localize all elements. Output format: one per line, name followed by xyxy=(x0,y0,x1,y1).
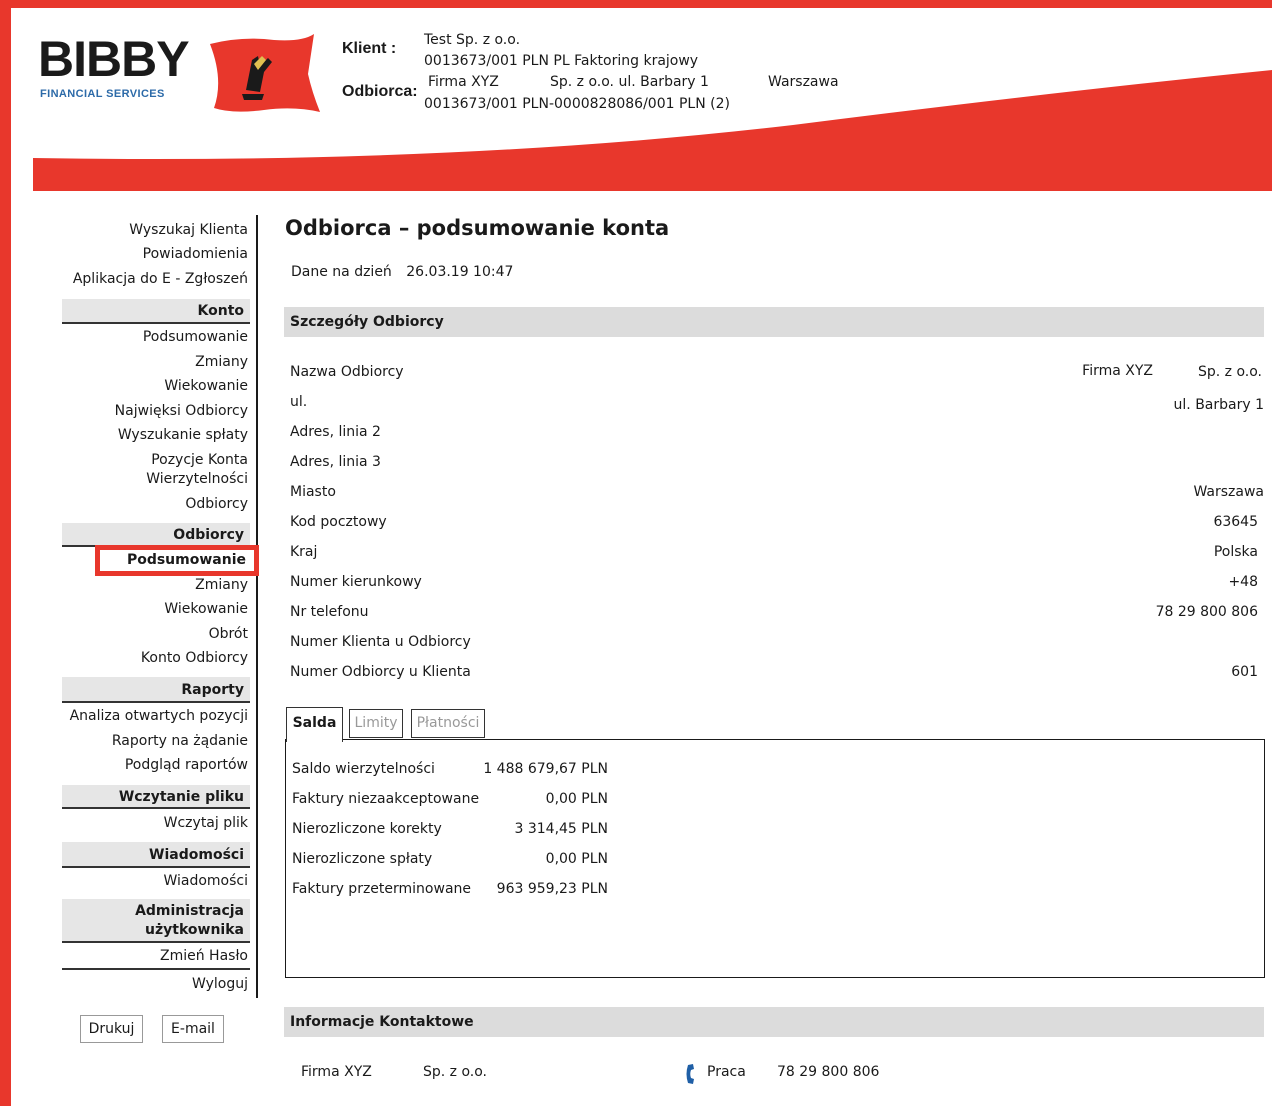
detail-value-telefon: 78 29 800 806 xyxy=(1155,604,1258,620)
frame-top-border xyxy=(0,0,1272,8)
debtor-name: Firma XYZ xyxy=(428,74,499,90)
balance-label-przeterminowane: Faktury przeterminowane xyxy=(292,881,472,897)
page-title: Odbiorca – podsumowanie konta xyxy=(285,216,670,240)
logo-wordmark: BIBBY xyxy=(38,31,190,87)
balance-value-niezaakceptowane: 0,00 PLN xyxy=(545,791,608,807)
bibby-flag-logo-icon xyxy=(210,34,320,112)
detail-label-kraj: Kraj xyxy=(290,544,318,560)
nav-analiza-otwartych-pozycji[interactable]: Analiza otwartych pozycji xyxy=(70,708,248,724)
sidebar-nav: Wyszukaj Klienta Powiadomienia Aplikacja… xyxy=(62,215,258,998)
detail-label-kierunkowy: Numer kierunkowy xyxy=(290,574,422,590)
client-name: Test Sp. z o.o. xyxy=(424,32,521,48)
balance-value-przeterminowane: 963 959,23 PLN xyxy=(496,881,608,897)
balance-label-korekty: Nierozliczone korekty xyxy=(292,821,442,837)
nav-odbiorcy-zmiany[interactable]: Zmiany xyxy=(195,577,248,593)
section-konto: Konto xyxy=(62,299,250,324)
client-account: 0013673/001 PLN PL Faktoring krajowy xyxy=(424,53,699,69)
date-label: Dane na dzień xyxy=(291,264,392,280)
detail-label-nazwa: Nazwa Odbiorcy xyxy=(290,364,404,380)
logo-tagline: FINANCIAL SERVICES xyxy=(40,88,165,100)
nav-wyszukaj-klienta[interactable]: Wyszukaj Klienta xyxy=(129,222,248,238)
phone-icon xyxy=(686,1064,694,1084)
nav-wyszukanie-splaty[interactable]: Wyszukanie spłaty xyxy=(118,427,248,443)
detail-value-ul: ul. Barbary 1 xyxy=(1173,397,1264,413)
detail-value-nazwa: Firma XYZ xyxy=(1082,363,1153,379)
nav-wiadomosci[interactable]: Wiadomości xyxy=(163,873,248,889)
nav-raporty-na-zadanie[interactable]: Raporty na żądanie xyxy=(112,733,248,749)
contact-company: Sp. z o.o. xyxy=(423,1064,488,1080)
date-value: 26.03.19 10:47 xyxy=(406,264,514,280)
detail-label-ul: ul. xyxy=(290,394,308,410)
nav-podglad-raportow[interactable]: Podgląd raportów xyxy=(125,757,248,773)
balance-label-niezaakceptowane: Faktury niezaakceptowane xyxy=(292,791,480,807)
detail-label-adres2: Adres, linia 2 xyxy=(290,424,381,440)
tab-limity[interactable]: Limity xyxy=(349,709,403,738)
tab-salda[interactable]: Salda xyxy=(286,707,343,742)
balance-value-saldo: 1 488 679,67 PLN xyxy=(483,761,608,777)
nav-konto-odbiorcy[interactable]: Odbiorcy xyxy=(185,496,248,512)
contact-name: Firma XYZ xyxy=(301,1064,372,1080)
nav-konto-wiekowanie[interactable]: Wiekowanie xyxy=(164,378,248,394)
detail-label-adres3: Adres, linia 3 xyxy=(290,454,381,470)
section-administracja-line1: Administracja xyxy=(135,903,244,919)
section-wiadomosci: Wiadomości xyxy=(62,842,250,868)
detail-label-nr-odbiorcy: Numer Odbiorcy u Klienta xyxy=(290,664,471,680)
detail-label-telefon: Nr telefonu xyxy=(290,604,369,620)
nav-odbiorcy-podsumowanie-active[interactable]: Podsumowanie xyxy=(95,545,259,576)
nav-odbiorcy-wiekowanie[interactable]: Wiekowanie xyxy=(164,601,248,617)
print-button[interactable]: Drukuj xyxy=(80,1015,143,1043)
data-date-line: Dane na dzień 26.03.19 10:47 xyxy=(291,264,513,280)
detail-value-nazwa-company: Sp. z o.o. xyxy=(1197,364,1262,380)
detail-value-kierunkowy: +48 xyxy=(1228,574,1258,590)
nav-zmien-haslo[interactable]: Zmień Hasło xyxy=(160,948,248,964)
nav-wyloguj[interactable]: Wyloguj xyxy=(192,976,248,992)
balance-label-splaty: Nierozliczone spłaty xyxy=(292,851,433,867)
detail-label-kod: Kod pocztowy xyxy=(290,514,387,530)
detail-label-nr-klienta: Numer Klienta u Odbiorcy xyxy=(290,634,471,650)
section-wczytanie-pliku: Wczytanie pliku xyxy=(62,785,250,809)
balance-value-korekty: 3 314,45 PLN xyxy=(514,821,608,837)
nav-obrot[interactable]: Obrót xyxy=(209,626,248,642)
detail-value-kraj: Polska xyxy=(1213,544,1258,560)
nav-konto-zmiany[interactable]: Zmiany xyxy=(195,354,248,370)
contact-phone-type: Praca xyxy=(707,1064,746,1080)
balance-value-splaty: 0,00 PLN xyxy=(545,851,608,867)
nav-najwieksi-odbiorcy[interactable]: Najwięksi Odbiorcy xyxy=(115,403,248,419)
nav-wczytaj-plik[interactable]: Wczytaj plik xyxy=(164,815,248,831)
nav-pozycje-konta[interactable]: Pozycje Konta xyxy=(151,452,248,468)
contact-heading: Informacje Kontaktowe xyxy=(284,1007,1264,1037)
detail-label-miasto: Miasto xyxy=(290,484,336,500)
client-label: Klient : xyxy=(342,40,397,57)
details-heading: Szczegóły Odbiorcy xyxy=(284,307,1264,337)
debtor-company: Sp. z o.o. ul. Barbary 1 xyxy=(550,74,709,90)
section-administracja-line2: użytkownika xyxy=(145,922,244,938)
nav-konto-odbiorcy-link[interactable]: Konto Odbiorcy xyxy=(141,650,248,666)
debtor-label: Odbiorca: xyxy=(342,83,418,100)
contact-phone: 78 29 800 806 xyxy=(777,1064,880,1080)
debtor-city: Warszawa xyxy=(768,74,839,90)
nav-wierzytelnosci[interactable]: Wierzytelności xyxy=(146,471,248,487)
nav-powiadomienia[interactable]: Powiadomienia xyxy=(143,246,248,262)
tab-platnosci[interactable]: Płatności xyxy=(411,709,485,738)
sidebar-divider xyxy=(62,968,250,970)
email-button[interactable]: E-mail xyxy=(162,1015,224,1043)
debtor-account: 0013673/001 PLN-0000828086/001 PLN (2) xyxy=(424,96,730,112)
balance-label-saldo: Saldo wierzytelności xyxy=(292,761,435,777)
frame-left-border xyxy=(0,0,11,1106)
detail-value-miasto: Warszawa xyxy=(1193,484,1264,500)
detail-value-nr-odbiorcy: 601 xyxy=(1231,664,1258,680)
nav-konto-podsumowanie[interactable]: Podsumowanie xyxy=(143,329,248,345)
section-odbiorcy: Odbiorcy xyxy=(62,523,250,547)
section-administracja: Administracja użytkownika xyxy=(62,899,250,943)
section-raporty: Raporty xyxy=(62,677,250,703)
nav-aplikacja-e-zgloszen[interactable]: Aplikacja do E - Zgłoszeń xyxy=(73,271,248,287)
detail-value-kod: 63645 xyxy=(1213,514,1258,530)
